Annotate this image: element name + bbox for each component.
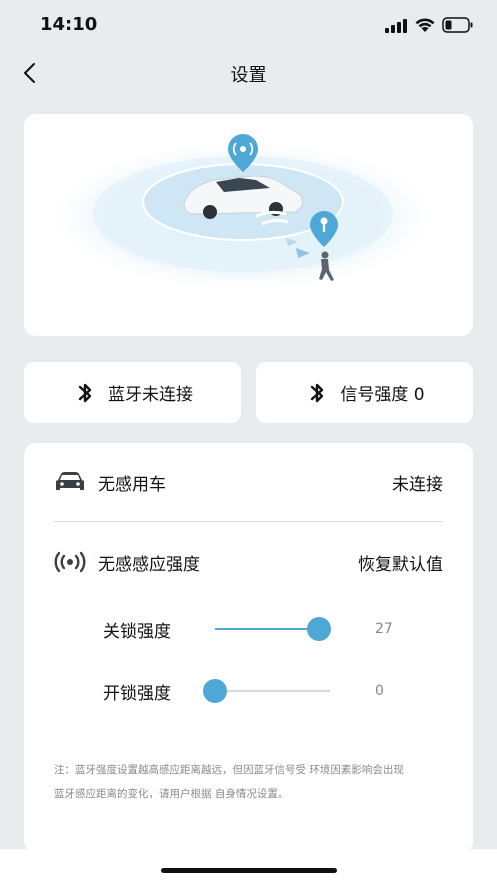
- unlock-strength-slider[interactable]: [203, 679, 330, 703]
- signal-waves-icon: [54, 549, 88, 575]
- bluetooth-status-label: 蓝牙未连接: [108, 385, 193, 405]
- car-proximity-illustration: [43, 134, 443, 294]
- sensing-strength-label: 无感感应强度: [98, 554, 200, 575]
- bluetooth-status-card[interactable]: 蓝牙未连接: [24, 362, 241, 423]
- settings-page: 14:10 设置 蓝牙未连接 信号强度 0 无感用车 未连接 无感感应强度 恢复…: [0, 0, 497, 883]
- note-line: 蓝牙感应距离的变化，请用户根据 自身情况设置。: [54, 788, 289, 800]
- bluetooth-icon: [78, 383, 92, 402]
- unlock-strength-value: 0: [375, 683, 384, 699]
- note-line: 注：蓝牙强度设置越高感应距离越远，但因蓝牙信号受 环境因素影响会出现: [54, 764, 404, 776]
- bluetooth-icon: [311, 383, 324, 402]
- lock-strength-value: 27: [375, 621, 393, 637]
- status-time: 14:10: [40, 14, 98, 35]
- car-icon: [54, 469, 88, 495]
- cellular-signal-icon: [385, 19, 407, 33]
- hero-illustration: [24, 114, 473, 336]
- lock-strength-fill: [215, 628, 319, 630]
- strength-note: 注：蓝牙强度设置越高感应距离越远，但因蓝牙信号受 环境因素影响会出现 蓝牙感应距…: [54, 758, 447, 806]
- signal-strength-label: 信号强度 0: [340, 385, 425, 405]
- lock-strength-thumb[interactable]: [306, 617, 331, 641]
- divider: [54, 521, 443, 522]
- unlock-strength-row: 开锁强度 0: [103, 676, 403, 706]
- battery-icon: [442, 17, 473, 33]
- sensing-strength-row: 无感感应强度 恢复默认值: [54, 549, 443, 575]
- bottom-bar: [0, 849, 497, 883]
- unlock-strength-label: 开锁强度: [103, 683, 171, 704]
- wifi-icon: [415, 18, 435, 32]
- unlock-free-label: 无感用车: [98, 474, 166, 495]
- settings-card: 无感用车 未连接 无感感应强度 恢复默认值 关锁强度 27 开锁强度 0 注：蓝…: [24, 443, 473, 853]
- unlock-free-status: 未连接: [392, 474, 443, 495]
- page-title: 设置: [230, 65, 267, 86]
- lock-strength-label: 关锁强度: [103, 621, 171, 642]
- home-indicator[interactable]: [161, 868, 337, 873]
- signal-strength-card: 信号强度 0: [256, 362, 473, 423]
- lock-strength-slider[interactable]: [215, 617, 331, 641]
- restore-default-button[interactable]: 恢复默认值: [358, 550, 443, 575]
- unlock-strength-thumb[interactable]: [203, 679, 227, 703]
- lock-strength-row: 关锁强度 27: [103, 614, 403, 644]
- unlock-free-row[interactable]: 无感用车 未连接: [54, 469, 443, 495]
- status-bar: 14:10: [0, 0, 497, 50]
